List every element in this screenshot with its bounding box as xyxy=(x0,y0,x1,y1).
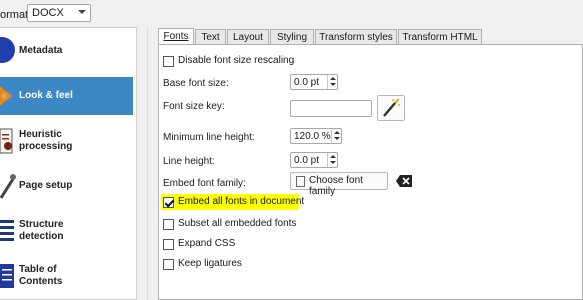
font-size-key-wizard-button[interactable] xyxy=(377,95,405,121)
tab-label: Fonts xyxy=(163,31,189,42)
format-value: DOCX xyxy=(32,7,64,19)
heuristic-processing-icon xyxy=(0,128,13,154)
font-file-icon xyxy=(296,176,305,187)
disable-rescaling-checkbox[interactable] xyxy=(163,56,174,67)
tab-transform-styles[interactable]: Transform styles xyxy=(315,29,397,45)
sidebar: Metadata Look & feel Heuristic processin… xyxy=(0,27,137,300)
choose-font-family-label: Choose font family xyxy=(309,175,363,197)
tab-text[interactable]: Text xyxy=(195,29,226,45)
sidebar-item-label: Metadata xyxy=(19,45,63,56)
font-size-key-input[interactable] xyxy=(290,100,372,117)
tab-label: Transform HTML xyxy=(402,32,478,43)
spin-buttons[interactable] xyxy=(327,153,337,167)
sidebar-item-label-line2: detection xyxy=(19,231,64,242)
tab-fonts[interactable]: Fonts xyxy=(158,28,194,45)
line-height-label: Line height: xyxy=(163,156,215,167)
spin-buttons[interactable] xyxy=(327,75,337,89)
format-select[interactable]: DOCX xyxy=(27,4,91,22)
tab-label: Transform styles xyxy=(319,32,393,43)
metadata-icon xyxy=(0,37,15,63)
embed-font-family-label: Embed font family: xyxy=(163,178,246,189)
sidebar-item-label: Page setup xyxy=(19,180,73,191)
embed-all-fonts-checkbox[interactable] xyxy=(163,197,174,208)
options-panel: Fonts Text Layout Styling Transform styl… xyxy=(152,27,583,300)
line-height-spinbox[interactable]: 0.0 pt xyxy=(290,152,338,168)
sidebar-item-metadata[interactable]: Metadata xyxy=(0,31,133,69)
spin-up-icon xyxy=(330,155,336,158)
spin-up-icon xyxy=(334,131,340,134)
tab-label: Text xyxy=(201,32,220,43)
format-bar: ormat: DOCX xyxy=(0,0,583,27)
sidebar-item-label: Table of xyxy=(19,264,57,275)
base-font-size-label: Base font size: xyxy=(163,78,229,89)
spin-down-icon xyxy=(330,83,336,86)
sidebar-item-label-line2: Contents xyxy=(19,276,63,287)
fonts-tab-content: Disable font size rescaling Base font si… xyxy=(158,44,583,300)
sidebar-scrollbar[interactable] xyxy=(137,27,148,300)
sidebar-item-look-and-feel[interactable]: Look & feel xyxy=(0,77,133,115)
clear-font-family-icon[interactable] xyxy=(396,175,412,187)
spin-up-icon xyxy=(330,77,336,80)
tab-label: Styling xyxy=(276,32,307,43)
sidebar-item-heuristic-processing[interactable]: Heuristic processing xyxy=(0,122,133,160)
min-line-height-value: 120.0 % xyxy=(294,131,331,142)
font-size-key-label: Font size key: xyxy=(163,101,225,112)
look-and-feel-icon xyxy=(0,86,12,106)
disable-rescaling-label: Disable font size rescaling xyxy=(178,55,295,66)
tab-transform-html[interactable]: Transform HTML xyxy=(398,29,482,45)
subset-fonts-label: Subset all embedded fonts xyxy=(178,218,297,229)
expand-css-checkbox[interactable] xyxy=(163,239,174,250)
keep-ligatures-checkbox[interactable] xyxy=(163,259,174,270)
sidebar-item-label-line2: processing xyxy=(19,141,73,152)
tab-label: Layout xyxy=(232,32,264,43)
page-setup-icon xyxy=(0,174,16,199)
expand-css-label: Expand CSS xyxy=(178,238,236,249)
spin-buttons[interactable] xyxy=(331,129,341,143)
subset-fonts-checkbox[interactable] xyxy=(163,219,174,230)
sidebar-item-page-setup[interactable]: Page setup xyxy=(0,167,133,205)
sidebar-item-label: Look & feel xyxy=(19,90,73,101)
embed-all-fonts-label: Embed all fonts in document xyxy=(178,196,305,207)
sidebar-item-structure-detection[interactable]: Structure detection xyxy=(0,212,133,250)
sidebar-item-table-of-contents[interactable]: Table of Contents xyxy=(0,257,133,295)
structure-detection-icon xyxy=(0,220,14,241)
choose-font-family-button[interactable]: Choose font family xyxy=(290,172,388,197)
min-line-height-spinbox[interactable]: 120.0 % xyxy=(290,128,342,144)
sidebar-item-label: Heuristic xyxy=(19,129,62,140)
sidebar-item-label: Structure xyxy=(19,219,64,230)
tab-styling[interactable]: Styling xyxy=(270,29,314,45)
tab-layout[interactable]: Layout xyxy=(227,29,269,45)
line-height-value: 0.0 pt xyxy=(294,155,320,166)
spin-down-icon xyxy=(334,137,340,140)
keep-ligatures-label: Keep ligatures xyxy=(178,258,242,269)
base-font-size-value: 0.0 pt xyxy=(294,77,320,88)
base-font-size-spinbox[interactable]: 0.0 pt xyxy=(290,74,338,90)
min-line-height-label: Minimum line height: xyxy=(163,132,255,143)
magic-wand-icon xyxy=(383,98,400,117)
spin-down-icon xyxy=(330,161,336,164)
chevron-down-icon xyxy=(78,10,86,14)
table-of-contents-icon xyxy=(0,264,14,288)
